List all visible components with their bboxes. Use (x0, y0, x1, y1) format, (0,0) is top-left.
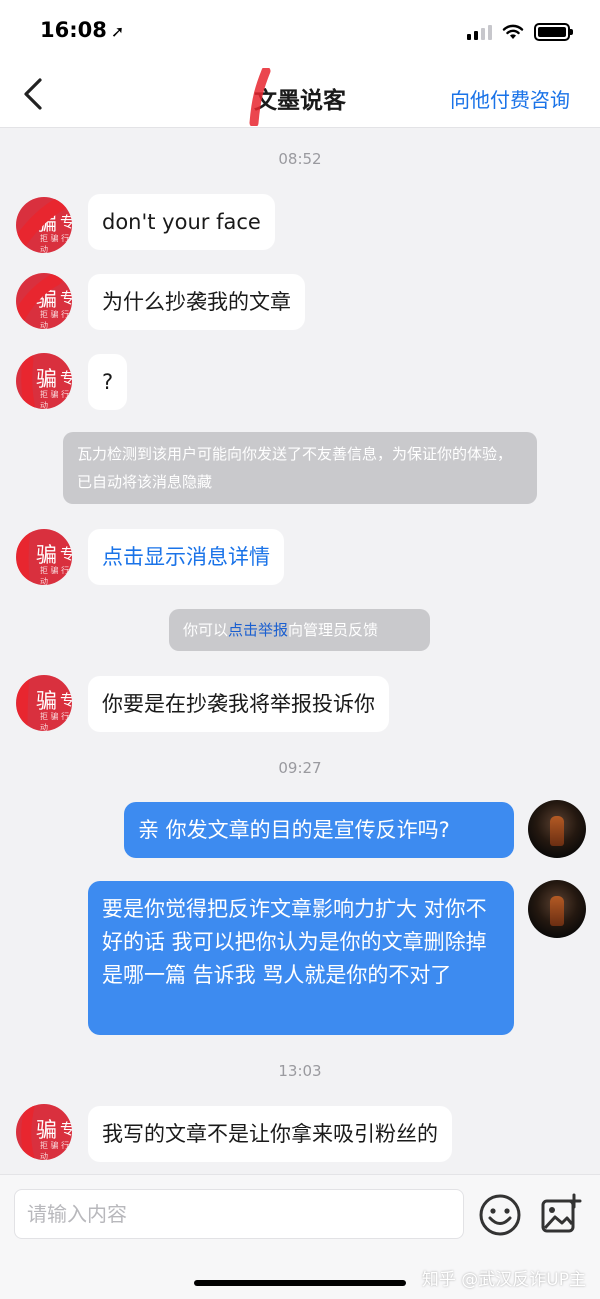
avatar-figure (550, 896, 564, 926)
avatar[interactable]: 骗 专 拒 骗 行 动 (16, 197, 72, 253)
avatar[interactable]: 骗 专 拒 骗 行 动 (16, 273, 72, 329)
status-icons (467, 22, 573, 42)
message-bubble[interactable]: don't your face (88, 194, 275, 250)
sent-message-bubble[interactable]: 要是你觉得把反诈文章影响力扩大 对你不好的话 我可以把你认为是你的文章删除掉 是… (88, 881, 514, 1035)
paid-consult-link[interactable]: 向他付费咨询 (450, 84, 570, 113)
redaction-mark (16, 675, 30, 731)
input-bar: 请输入内容 知乎 @武汉反诈UP主 (0, 1174, 600, 1299)
message-bubble[interactable]: 你要是在抄袭我将举报投诉你 (88, 676, 389, 732)
timestamp: 09:27 (278, 759, 322, 777)
redaction-mark (21, 1104, 35, 1160)
message-bubble[interactable]: 为什么抄袭我的文章 (88, 274, 305, 330)
my-avatar[interactable] (528, 800, 586, 858)
avatar[interactable]: 骗 专 拒 骗 行 动 (16, 353, 72, 409)
avatar[interactable]: 骗 专 拒 骗 行 动 (16, 675, 72, 731)
redaction-mark (21, 353, 36, 409)
notice-text: 向管理员反馈 (288, 621, 379, 639)
system-notice-report: 你可以点击举报向管理员反馈 (169, 609, 430, 651)
nav-bar: 文墨说客 向他付费咨询 (0, 62, 600, 128)
location-arrow-icon: ➚ (110, 22, 125, 41)
chat-area[interactable]: 08:52 骗 专 拒 骗 行 动 don't your face 骗 专 拒 … (0, 129, 600, 1174)
status-time: 16:08 ➚ (40, 18, 124, 42)
battery-icon (534, 23, 573, 41)
timestamp: 13:03 (278, 1062, 322, 1080)
image-upload-icon[interactable] (540, 1193, 582, 1235)
message-bubble[interactable]: ? (88, 354, 128, 410)
status-bar: 16:08 ➚ (0, 0, 600, 62)
redaction-mark (16, 197, 72, 252)
redaction-mark (16, 273, 63, 326)
notice-text: 你可以 (183, 621, 229, 639)
message-bubble[interactable]: 我写的文章不是让你拿来吸引粉丝的 (88, 1106, 452, 1162)
redaction-mark (16, 529, 30, 585)
sent-message-bubble[interactable]: 亲 你发文章的目的是宣传反诈吗? (124, 802, 514, 858)
emoji-icon[interactable] (478, 1193, 522, 1237)
avatar[interactable]: 骗 专 拒 骗 行 动 (16, 529, 72, 585)
watermark: 知乎 @武汉反诈UP主 (421, 1270, 586, 1290)
wifi-icon (502, 24, 524, 39)
show-message-details-link[interactable]: 点击显示消息详情 (88, 529, 284, 585)
avatar-figure (550, 816, 564, 846)
system-notice: 瓦力检测到该用户可能向你发送了不友善信息，为保证你的体验，已自动将该消息隐藏 (63, 432, 537, 504)
cellular-signal-icon (467, 24, 492, 40)
my-avatar[interactable] (528, 880, 586, 938)
avatar[interactable]: 骗 专 拒 骗 行 动 (16, 1104, 72, 1160)
report-link[interactable]: 点击举报 (228, 621, 288, 639)
redaction-mark (249, 68, 271, 126)
timestamp: 08:52 (278, 150, 322, 168)
home-indicator (194, 1280, 406, 1286)
clock: 16:08 (40, 18, 107, 42)
message-input[interactable]: 请输入内容 (14, 1189, 464, 1239)
